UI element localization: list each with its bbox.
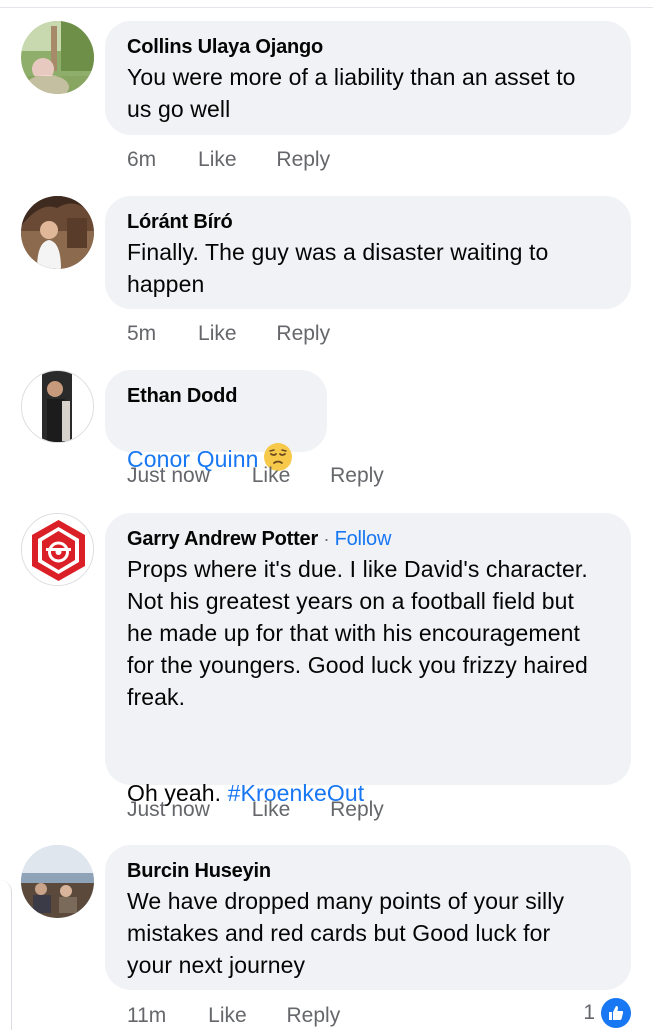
comment-bubble: Ethan Dodd Conor Quinn: [105, 370, 327, 472]
like-button[interactable]: Like: [252, 796, 291, 824]
reaction-count: 1: [583, 1001, 595, 1024]
top-divider: [0, 0, 653, 8]
comment-author[interactable]: Ethan Dodd: [127, 382, 305, 410]
comment-actions: 6m Like Reply: [127, 146, 364, 174]
thumbs-up-icon: [601, 998, 631, 1028]
like-button[interactable]: Like: [198, 320, 237, 348]
reply-button[interactable]: Reply: [330, 462, 384, 490]
comment-author-row: Garry Andrew Potter · Follow: [127, 525, 609, 553]
comment-text: We have dropped many points of your sill…: [127, 888, 565, 978]
avatar[interactable]: [21, 21, 94, 94]
comment-author[interactable]: Lóránt Bíró: [127, 208, 609, 236]
reply-button[interactable]: Reply: [330, 796, 384, 824]
comment-bubble: Collins Ulaya Ojango You were more of a …: [105, 21, 631, 135]
like-button[interactable]: Like: [208, 1002, 247, 1030]
follow-button[interactable]: Follow: [335, 528, 392, 550]
comment-bubble: Garry Andrew Potter · Follow Props where…: [105, 513, 631, 806]
comment-actions: 5m Like Reply: [127, 320, 364, 348]
avatar[interactable]: [21, 845, 94, 918]
like-button[interactable]: Like: [252, 462, 291, 490]
comment-text: Finally. The guy was a disaster waiting …: [127, 239, 549, 297]
comment-actions: Just now Like Reply: [127, 462, 418, 490]
reply-button[interactable]: Reply: [276, 320, 330, 348]
comment-author[interactable]: Garry Andrew Potter: [127, 528, 318, 550]
reply-button[interactable]: Reply: [287, 1002, 341, 1030]
comment-actions: 11m Like Reply: [127, 1002, 374, 1030]
comment-author[interactable]: Collins Ulaya Ojango: [127, 33, 609, 61]
comment-timestamp[interactable]: Just now: [127, 462, 210, 490]
comment-timestamp[interactable]: Just now: [127, 796, 210, 824]
avatar[interactable]: [21, 196, 94, 269]
avatar[interactable]: [21, 370, 94, 443]
comment-bubble: Burcin Huseyin We have dropped many poin…: [105, 845, 631, 990]
like-button[interactable]: Like: [198, 146, 237, 174]
comment-text: You were more of a liability than an ass…: [127, 64, 576, 122]
avatar[interactable]: [21, 513, 94, 586]
comment-timestamp[interactable]: 5m: [127, 320, 156, 348]
comment-bubble: Lóránt Bíró Finally. The guy was a disas…: [105, 196, 631, 309]
reaction-summary[interactable]: 1: [583, 998, 631, 1028]
separator-dot: ·: [323, 529, 330, 549]
comment-actions: Just now Like Reply: [127, 796, 418, 824]
side-panel-edge: [0, 880, 12, 1030]
reply-button[interactable]: Reply: [276, 146, 330, 174]
comment-text: Props where it's due. I like David's cha…: [127, 556, 588, 710]
comment-timestamp[interactable]: 6m: [127, 146, 156, 174]
comment-author[interactable]: Burcin Huseyin: [127, 857, 609, 885]
comment-timestamp[interactable]: 11m: [127, 1002, 166, 1030]
